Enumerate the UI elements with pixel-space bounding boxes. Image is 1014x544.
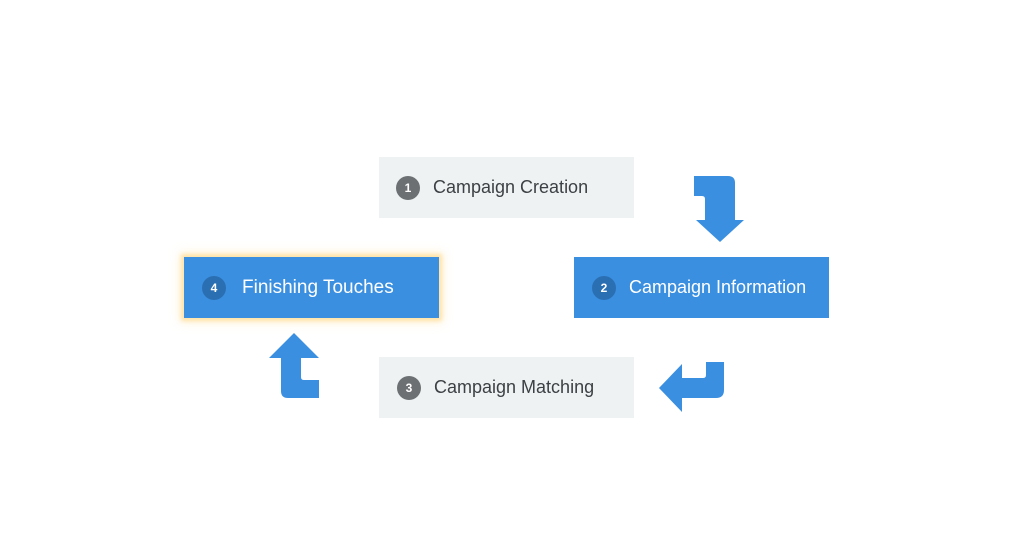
bent-arrow-down-icon [694, 176, 744, 242]
step-label: Campaign Creation [433, 177, 589, 197]
step-campaign-matching[interactable]: 3 Campaign Matching [379, 357, 634, 418]
step-number-badge: 1 [396, 175, 420, 200]
campaign-workflow-diagram: 1 Campaign Creation 2 Campaign Informati… [0, 0, 1014, 544]
step-number-badge: 4 [202, 275, 226, 300]
step-label: Campaign Matching [434, 377, 595, 397]
bent-arrow-up-icon [269, 333, 319, 398]
step-campaign-creation[interactable]: 1 Campaign Creation [379, 157, 634, 218]
step-campaign-information[interactable]: 2 Campaign Information [574, 257, 829, 318]
step-number-badge: 2 [592, 275, 616, 300]
step-finishing-touches[interactable]: 4 Finishing Touches [184, 257, 439, 318]
step-number-badge: 3 [397, 375, 421, 400]
step-label: Campaign Information [629, 277, 807, 297]
bent-arrow-left-icon [659, 362, 724, 412]
step-label: Finishing Touches [242, 276, 394, 298]
